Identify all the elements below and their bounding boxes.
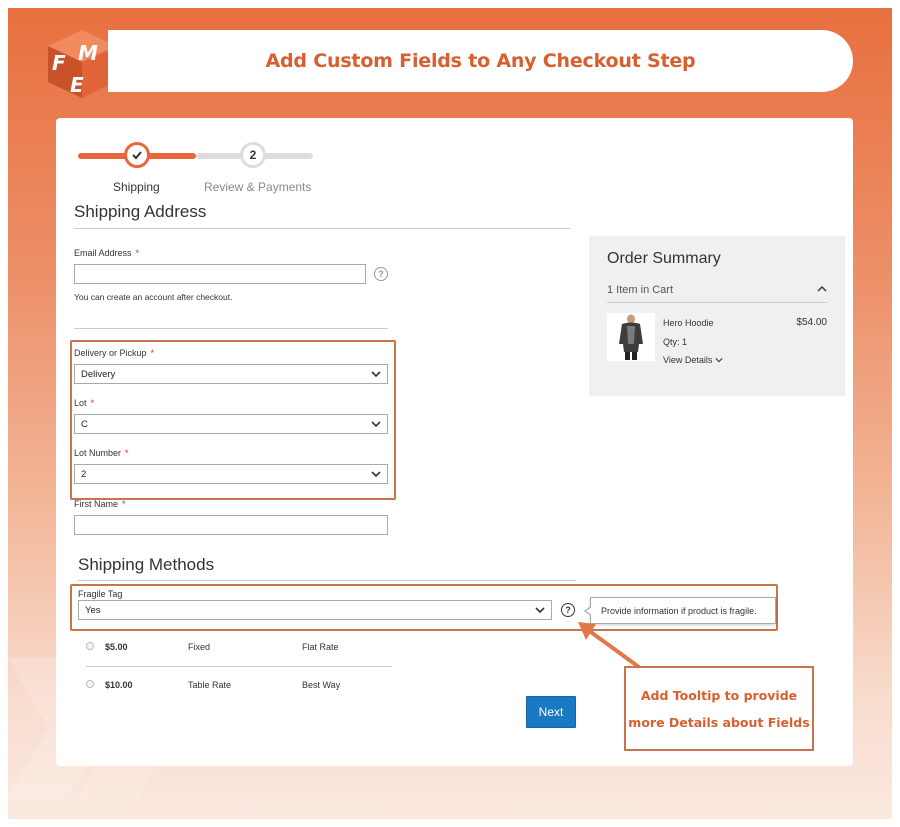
fragile-tag-label: Fragile Tag (78, 589, 123, 599)
shipping-address-title: Shipping Address (74, 202, 207, 221)
checkout-card: 2 Shipping Review & Payments Shipping Ad… (56, 118, 853, 766)
delivery-value: Delivery (81, 368, 116, 380)
chevron-down-icon (715, 358, 723, 363)
lot-number-value: 2 (81, 468, 87, 480)
step-shipping-label[interactable]: Shipping (113, 180, 160, 194)
divider (78, 580, 576, 581)
product-price: $54.00 (796, 317, 827, 328)
product-qty: Qty: 1 (663, 337, 688, 347)
chevron-down-icon (371, 371, 381, 378)
callout-line-2: more Details about Fields (628, 714, 810, 730)
divider (607, 302, 827, 303)
lot-value: C (81, 418, 88, 430)
shipping-rate-radio-table[interactable] (86, 680, 94, 688)
banner-title: Add Custom Fields to Any Checkout Step (265, 50, 696, 72)
banner-title-pill: Add Custom Fields to Any Checkout Step (108, 30, 853, 92)
hoodie-image (619, 314, 643, 360)
fragile-tag-select[interactable]: Yes (78, 600, 552, 620)
email-field[interactable] (74, 264, 366, 284)
shipping-methods-title: Shipping Methods (78, 555, 215, 574)
delivery-label: Delivery or Pickup * (74, 348, 155, 358)
lot-number-select[interactable]: 2 (74, 464, 388, 484)
order-summary-title: Order Summary (607, 250, 721, 267)
chevron-down-icon (371, 421, 381, 428)
first-name-label: First Name * (74, 499, 126, 509)
product-thumbnail (607, 313, 655, 361)
chevron-up-icon[interactable] (817, 284, 827, 294)
lot-select[interactable]: C (74, 414, 388, 434)
shipping-rate-radio-flat[interactable] (86, 642, 94, 650)
divider (74, 228, 570, 229)
step-review-label[interactable]: Review & Payments (204, 180, 311, 194)
lot-number-label: Lot Number * (74, 448, 129, 458)
view-details-link[interactable]: View Details (663, 355, 723, 365)
svg-text:E: E (70, 73, 84, 97)
check-icon (132, 151, 142, 160)
rate-carrier: Flat Rate (302, 642, 339, 652)
callout-line-1: Add Tooltip to provide (640, 687, 798, 703)
svg-text:M: M (78, 41, 98, 65)
next-button[interactable]: Next (526, 696, 576, 728)
rate-method: Fixed (188, 642, 211, 652)
rate-method: Table Rate (188, 680, 232, 690)
lot-label: Lot * (74, 398, 95, 408)
tooltip-callout: Add Tooltip to provide more Details abou… (624, 666, 814, 751)
rate-price: $5.00 (105, 642, 128, 652)
rate-price: $10.00 (105, 680, 133, 690)
product-name: Hero Hoodie (663, 318, 714, 328)
divider (74, 328, 388, 329)
chevron-down-icon (371, 471, 381, 478)
first-name-field[interactable] (74, 515, 388, 535)
delivery-select[interactable]: Delivery (74, 364, 388, 384)
email-note: You can create an account after checkout… (74, 292, 233, 302)
email-label: Email Address * (74, 248, 140, 258)
chevron-down-icon (535, 607, 545, 614)
help-icon[interactable]: ? (374, 267, 388, 281)
checkout-progress: 2 Shipping Review & Payments (78, 140, 318, 194)
rate-carrier: Best Way (302, 680, 341, 690)
svg-text:F: F (52, 51, 66, 75)
help-icon[interactable]: ? (561, 603, 575, 617)
banner-background: F M E Add Custom Fields to Any Checkout … (8, 8, 892, 819)
view-details-label: View Details (663, 355, 713, 365)
divider (86, 666, 392, 667)
step-review-marker[interactable]: 2 (240, 142, 266, 168)
fragile-tag-value: Yes (85, 604, 101, 616)
step-shipping-marker[interactable] (124, 142, 150, 168)
order-summary: Order Summary 1 Item in Cart Hero Hoodie… (589, 236, 845, 396)
items-in-cart-toggle[interactable]: 1 Item in Cart (607, 284, 673, 296)
